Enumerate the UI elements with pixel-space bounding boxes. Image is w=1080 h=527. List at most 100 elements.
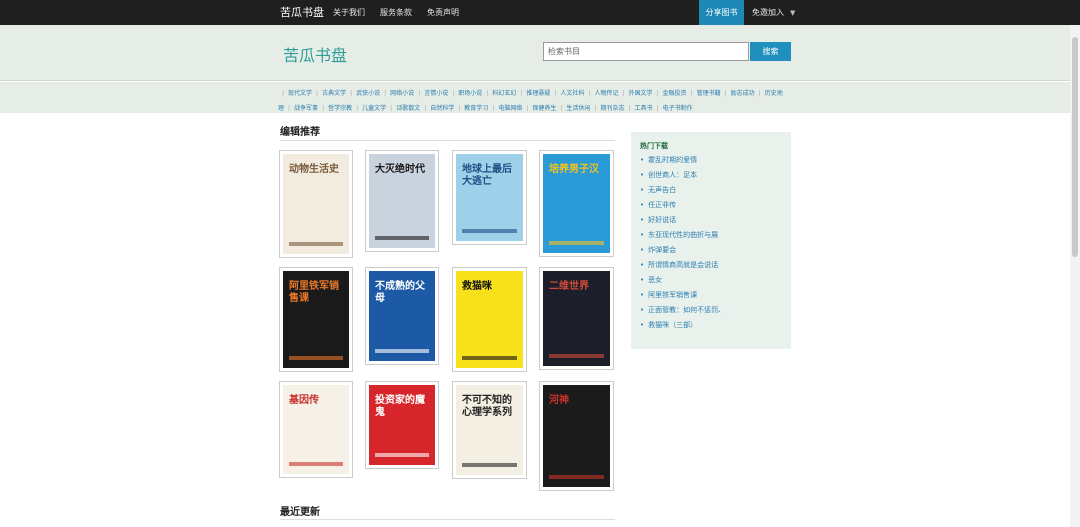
category-separator: | xyxy=(486,90,489,97)
book-cover-link[interactable]: 河神 xyxy=(539,381,614,491)
book-title: 动物生活史 xyxy=(289,164,339,175)
category-link[interactable]: 电脑网络 xyxy=(498,105,522,112)
category-link[interactable]: 期刊杂志 xyxy=(600,105,624,112)
book-cover-link[interactable]: 二维世界 xyxy=(539,267,614,370)
category-separator: | xyxy=(656,105,659,112)
category-link[interactable]: 科幻玄幻 xyxy=(492,90,516,97)
search-input[interactable] xyxy=(543,42,749,61)
book-cover-link[interactable]: 动物生活史 xyxy=(279,150,353,258)
book-cover-link[interactable]: 阿里铁军销售课 xyxy=(279,267,353,372)
hot-downloads-panel: 热门下载 霍乱时期的爱情创世商人：足本无声告白任正非传好好说话东亚现代性的曲折与… xyxy=(631,132,791,349)
category-link[interactable]: 人物传记 xyxy=(594,90,618,97)
category-link[interactable]: 管理书籍 xyxy=(697,90,721,97)
book-cover-link[interactable]: 救猫咪 xyxy=(452,267,527,372)
category-separator: | xyxy=(594,105,597,112)
hot-download-item[interactable]: 正面管教：如何不惩罚、 xyxy=(640,303,725,318)
category-link[interactable]: 教育学习 xyxy=(464,105,488,112)
hot-download-item[interactable]: 阿里铁军销售课 xyxy=(640,288,725,303)
divider xyxy=(280,140,615,141)
join-dropdown[interactable]: 免邀加入 ▼ xyxy=(752,0,795,25)
category-separator: | xyxy=(554,90,557,97)
category-link[interactable]: 金融投资 xyxy=(663,90,687,97)
hot-download-item[interactable]: 好好说话 xyxy=(640,213,725,228)
site-header: 苦瓜书盘 搜索 xyxy=(0,25,1070,81)
cover-decoration xyxy=(289,356,343,360)
site-logo[interactable]: 苦瓜书盘 xyxy=(283,42,347,66)
category-link[interactable]: 战争军事 xyxy=(294,105,318,112)
brand-link[interactable]: 苦瓜书盘 xyxy=(280,0,324,25)
divider xyxy=(280,519,615,520)
category-separator: | xyxy=(356,105,359,112)
category-link[interactable]: 工具书 xyxy=(635,105,653,112)
category-separator: | xyxy=(656,90,659,97)
nav-terms[interactable]: 服务条款 xyxy=(380,0,412,25)
category-link[interactable]: 诗歌散文 xyxy=(396,105,420,112)
book-cover-image: 动物生活史 xyxy=(283,154,349,254)
book-cover-link[interactable]: 不可不知的心理学系列 xyxy=(452,381,527,479)
hot-download-item[interactable]: 东亚现代性的曲折与展 xyxy=(640,228,725,243)
nav-disclaimer[interactable]: 免责声明 xyxy=(427,0,459,25)
cover-decoration xyxy=(375,236,429,240)
category-link[interactable]: 哲学宗教 xyxy=(328,105,352,112)
category-link[interactable]: 励志成功 xyxy=(731,90,755,97)
category-separator: | xyxy=(350,90,353,97)
category-link[interactable]: 电子书制作 xyxy=(663,105,693,112)
book-cover-link[interactable]: 培养男子汉 xyxy=(539,150,614,257)
hot-download-item[interactable]: 所谓情商高就是会说话 xyxy=(640,258,725,273)
category-link[interactable]: 生活休闲 xyxy=(566,105,590,112)
cover-decoration xyxy=(549,475,604,479)
book-title: 救猫咪 xyxy=(462,281,492,292)
book-cover-link[interactable]: 地球上最后大逃亡 xyxy=(452,150,527,245)
book-cover-link[interactable]: 大灭绝时代 xyxy=(365,150,439,252)
book-cover-image: 地球上最后大逃亡 xyxy=(456,154,523,241)
cover-decoration xyxy=(549,241,604,245)
hot-download-item[interactable]: 霍乱时期的爱情 xyxy=(640,153,725,168)
scrollbar[interactable] xyxy=(1070,25,1080,527)
category-link[interactable]: 武侠小说 xyxy=(356,90,380,97)
hot-download-item[interactable]: 创世商人：足本 xyxy=(640,168,725,183)
search-button[interactable]: 搜索 xyxy=(750,42,791,61)
category-link[interactable]: 职场小说 xyxy=(458,90,482,97)
category-separator: | xyxy=(520,90,523,97)
book-cover-image: 投资家的魔鬼 xyxy=(369,385,435,465)
hot-download-item[interactable]: 恶女 xyxy=(640,273,725,288)
book-cover-link[interactable]: 基因传 xyxy=(279,381,353,478)
cover-decoration xyxy=(462,463,517,467)
nav-about[interactable]: 关于我们 xyxy=(333,0,365,25)
category-link[interactable]: 现代文学 xyxy=(288,90,312,97)
category-link[interactable]: 古典文学 xyxy=(322,90,346,97)
category-link[interactable]: 外国文学 xyxy=(629,90,653,97)
book-cover-image: 河神 xyxy=(543,385,610,487)
category-link[interactable]: 言情小说 xyxy=(424,90,448,97)
category-link[interactable]: 推理悬疑 xyxy=(526,90,550,97)
cover-decoration xyxy=(289,462,343,466)
category-link[interactable]: 儿童文学 xyxy=(362,105,386,112)
cover-decoration xyxy=(462,229,517,233)
category-list: | 现代文学 | 古典文学 | 武侠小说 | 网络小说 | 言情小说 | 职场小说 | 科幻玄幻 | 推理悬疑… xyxy=(278,86,798,116)
editor-pick-title: 编辑推荐 xyxy=(280,127,320,138)
top-navbar: 苦瓜书盘 关于我们 服务条款 免责声明 分享图书 免邀加入 ▼ xyxy=(0,0,1080,25)
category-separator: | xyxy=(724,90,727,97)
book-title: 基因传 xyxy=(289,395,319,406)
hot-downloads-list: 霍乱时期的爱情创世商人：足本无声告白任正非传好好说话东亚现代性的曲折与展炸弹要会… xyxy=(640,153,725,333)
hot-download-item[interactable]: 炸弹要会 xyxy=(640,243,725,258)
book-cover-image: 基因传 xyxy=(283,385,349,474)
book-cover-image: 大灭绝时代 xyxy=(369,154,435,248)
cover-decoration xyxy=(462,356,517,360)
category-separator: | xyxy=(282,90,285,97)
scrollbar-thumb[interactable] xyxy=(1072,37,1078,257)
category-separator: | xyxy=(322,105,325,112)
category-link[interactable]: 网络小说 xyxy=(390,90,414,97)
book-cover-link[interactable]: 投资家的魔鬼 xyxy=(365,381,439,469)
hot-download-item[interactable]: 任正非传 xyxy=(640,198,725,213)
share-books-button[interactable]: 分享图书 xyxy=(699,0,744,25)
category-link[interactable]: 保健养生 xyxy=(532,105,556,112)
category-link[interactable]: 人文社科 xyxy=(560,90,584,97)
book-cover-link[interactable]: 不成熟的父母 xyxy=(365,267,439,365)
hot-download-item[interactable]: 救猫咪（三部） xyxy=(640,318,725,333)
category-link[interactable]: 自然科学 xyxy=(430,105,454,112)
book-title: 阿里铁军销售课 xyxy=(289,281,339,304)
hot-download-item[interactable]: 无声告白 xyxy=(640,183,725,198)
book-cover-image: 不成熟的父母 xyxy=(369,271,435,361)
category-separator: | xyxy=(288,105,291,112)
